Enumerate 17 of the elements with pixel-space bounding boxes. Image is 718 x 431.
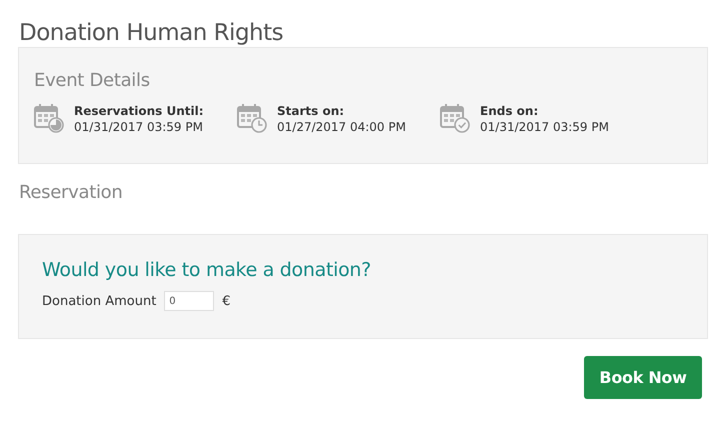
date-label: Reservations Until:	[74, 103, 204, 119]
calendar-pie-icon	[34, 103, 64, 133]
date-value: 01/27/2017 04:00 PM	[277, 119, 406, 135]
section-heading: Reservation	[18, 181, 124, 205]
field-label: Donation Amount	[42, 294, 156, 308]
amount-field[interactable]: 0	[164, 291, 214, 311]
donation-question: Would you like to make a donation?	[42, 259, 372, 281]
currency-symbol: €	[222, 294, 231, 308]
calendar-check-icon	[440, 103, 470, 133]
calendar-clock-icon	[237, 103, 267, 133]
date-value: 01/31/2017 03:59 PM	[480, 119, 609, 135]
book-now-button[interactable]: Book Now	[584, 356, 702, 399]
date-label: Ends on:	[480, 103, 540, 119]
date-value: 01/31/2017 03:59 PM	[74, 119, 204, 135]
page-title: Donation Human Rights	[18, 19, 284, 47]
date-label: Starts on:	[277, 103, 346, 119]
section-heading: Event Details	[34, 70, 151, 91]
